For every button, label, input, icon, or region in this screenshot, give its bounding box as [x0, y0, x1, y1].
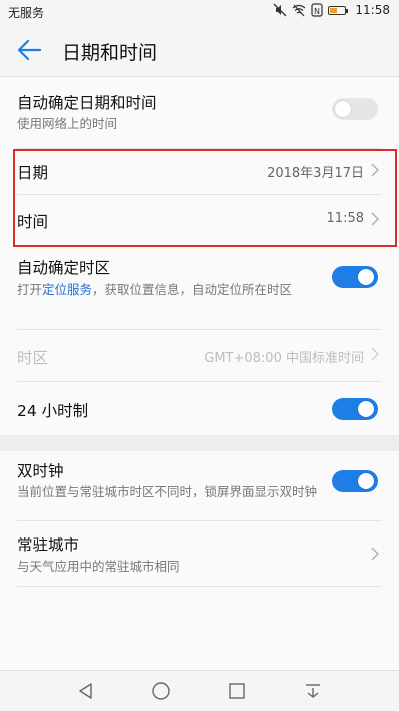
auto-datetime-row[interactable]: 自动确定日期和时间 使用网络上的时间	[17, 77, 382, 149]
page-title: 日期和时间	[62, 42, 158, 64]
date-value: 2018年3月17日	[267, 166, 364, 181]
status-icons: N 11:58	[273, 3, 390, 17]
chevron-right-icon	[371, 163, 379, 177]
auto-timezone-row[interactable]: 自动确定时区 打开定位服务，获取位置信息，自动定位所在时区	[17, 247, 382, 330]
status-bar: 无服务 N 11:58	[0, 0, 399, 24]
auto-datetime-label: 自动确定日期和时间	[17, 94, 157, 112]
home-city-sub: 与天气应用中的常驻城市相同	[17, 559, 180, 574]
time-row[interactable]: 时间 11:58	[17, 195, 382, 247]
carrier-label: 无服务	[8, 6, 45, 20]
wifi-off-icon	[293, 4, 306, 17]
timezone-value: GMT+08:00 中国标准时间	[204, 351, 364, 366]
time-label: 时间	[17, 213, 49, 231]
hour24-row[interactable]: 24 小时制	[17, 382, 382, 435]
timezone-row: 时区 GMT+08:00 中国标准时间	[17, 330, 382, 382]
recents-nav-icon[interactable]	[227, 681, 247, 701]
home-city-row[interactable]: 常驻城市 与天气应用中的常驻城市相同	[17, 521, 382, 587]
battery-icon	[328, 5, 349, 15]
home-nav-icon[interactable]	[151, 681, 171, 701]
back-nav-icon[interactable]	[76, 681, 96, 701]
hour24-label: 24 小时制	[17, 402, 89, 420]
date-label: 日期	[17, 164, 49, 182]
auto-datetime-toggle[interactable]	[332, 98, 378, 120]
navigation-bar	[0, 670, 399, 711]
dual-clock-row[interactable]: 双时钟 当前位置与常驻城市时区不同时，锁屏界面显示双时钟	[17, 451, 382, 521]
auto-datetime-sub: 使用网络上的时间	[17, 116, 118, 131]
dual-clock-label: 双时钟	[17, 462, 64, 480]
timezone-label: 时区	[17, 349, 49, 367]
home-city-label: 常驻城市	[17, 536, 80, 554]
location-service-link[interactable]: 定位服务	[42, 282, 92, 297]
section-divider	[0, 435, 399, 451]
auto-timezone-toggle[interactable]	[332, 266, 378, 288]
dual-clock-sub: 当前位置与常驻城市时区不同时，锁屏界面显示双时钟	[17, 484, 318, 499]
back-arrow-icon[interactable]	[16, 38, 42, 62]
svg-text:N: N	[314, 7, 320, 16]
date-row[interactable]: 日期 2018年3月17日	[17, 149, 382, 195]
auto-timezone-label: 自动确定时区	[17, 259, 111, 277]
dual-clock-toggle[interactable]	[332, 470, 378, 492]
nfc-icon: N	[311, 3, 324, 17]
notification-pull-icon[interactable]	[303, 681, 323, 701]
chevron-right-icon	[371, 212, 379, 226]
time-value: 11:58	[326, 211, 364, 226]
chevron-right-icon	[371, 547, 379, 561]
hour24-toggle[interactable]	[332, 398, 378, 420]
settings-list: 自动确定日期和时间 使用网络上的时间 日期 2018年3月17日 时间 11:5…	[0, 77, 399, 587]
chevron-right-icon	[371, 347, 379, 361]
status-time: 11:58	[355, 3, 390, 17]
mute-icon	[273, 3, 287, 17]
app-bar: 日期和时间	[0, 24, 399, 77]
auto-timezone-sub: 打开定位服务，获取位置信息，自动定位所在时区	[17, 282, 293, 297]
